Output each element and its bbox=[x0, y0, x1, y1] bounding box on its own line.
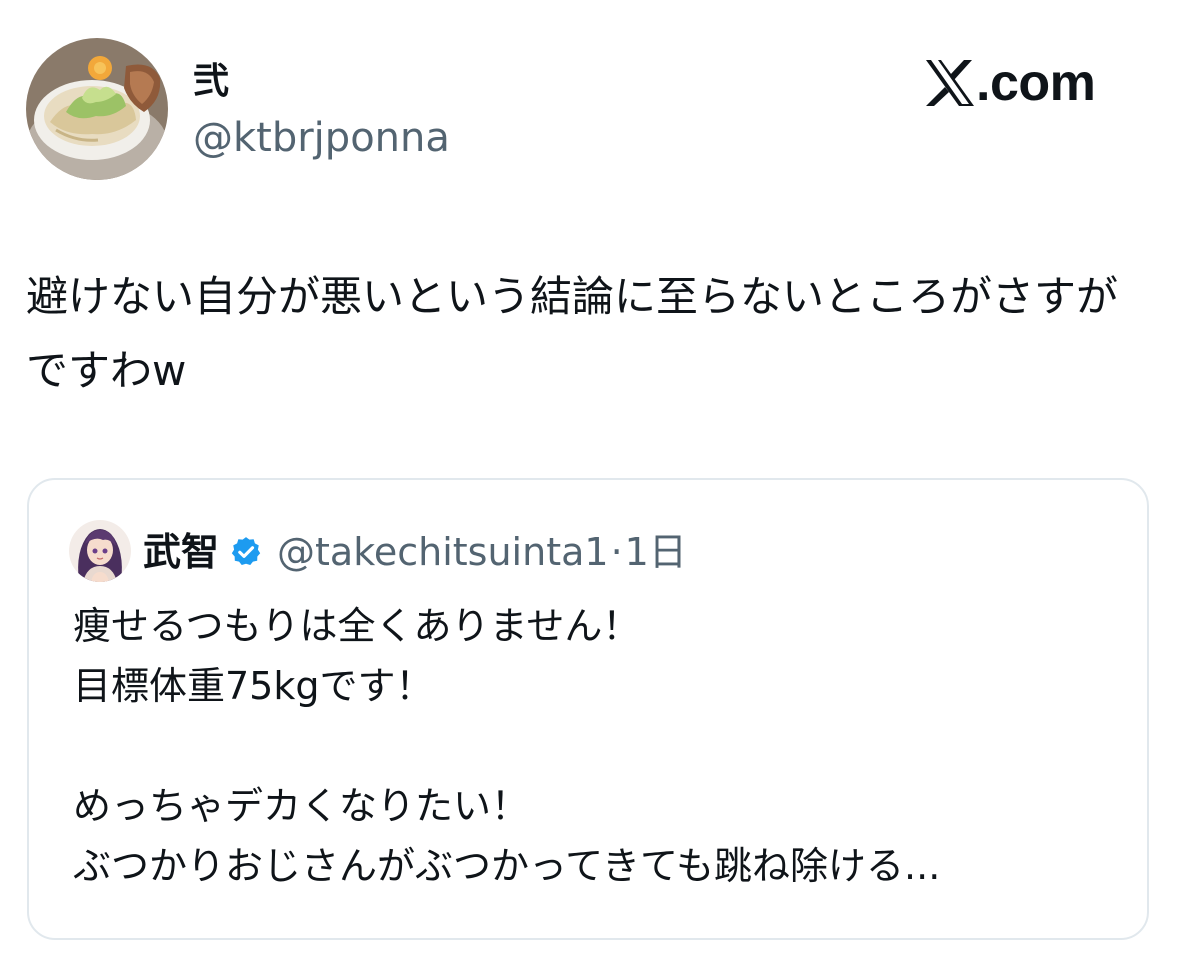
quoted-author-handle[interactable]: @takechitsuinta1 bbox=[277, 526, 609, 578]
brand-domain-text: .com bbox=[976, 54, 1096, 112]
quoted-author-avatar[interactable] bbox=[69, 520, 131, 582]
quoted-tweet-text: 痩せるつもりは全くありません！ 目標体重75kgです！ めっちゃデカくなりたい！… bbox=[73, 604, 941, 888]
tweet-text: 避けない自分が悪いという結論に至らないところがさすがですわw bbox=[26, 272, 1119, 395]
anime-girl-avatar-icon bbox=[69, 520, 131, 582]
quoted-tweet-header: 武智 @takechitsuinta1 · 1日 bbox=[143, 526, 687, 578]
verified-badge-icon bbox=[231, 537, 261, 566]
quoted-tweet-card[interactable]: 武智 @takechitsuinta1 · 1日 痩せるつもりは全くありません！… bbox=[27, 478, 1149, 940]
x-brand: .com bbox=[924, 52, 1096, 114]
ramen-bowl-avatar-icon bbox=[26, 38, 168, 180]
header-separator: · bbox=[610, 530, 623, 574]
author-handle[interactable]: @ktbrjponna bbox=[193, 112, 450, 164]
quoted-author-display-name[interactable]: 武智 bbox=[143, 526, 219, 578]
author-display-name[interactable]: 弐 bbox=[193, 58, 229, 106]
x-logo-icon bbox=[926, 60, 974, 106]
quoted-tweet-timestamp[interactable]: 1日 bbox=[625, 526, 687, 578]
author-avatar[interactable] bbox=[26, 38, 168, 180]
